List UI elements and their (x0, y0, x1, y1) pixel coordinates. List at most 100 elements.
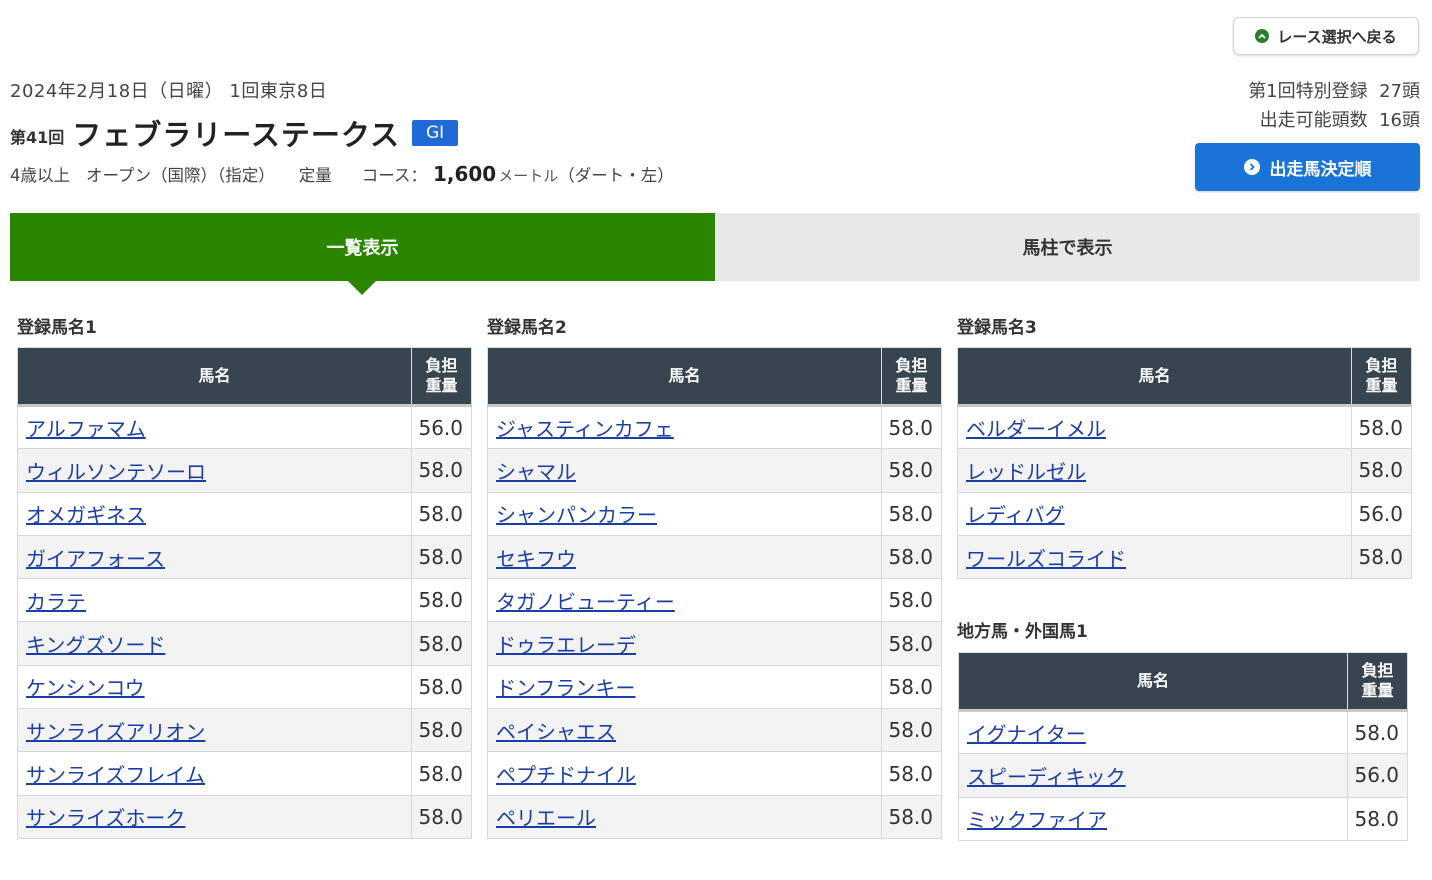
weight-cell: 58.0 (1347, 709, 1408, 755)
tab-label: 一覧表示 (326, 238, 399, 259)
header-weight-line1: 負担 (895, 356, 928, 375)
horse-name-link[interactable]: ドゥラエレーデ (496, 633, 636, 657)
header-horse-name: 馬名 (17, 347, 412, 407)
table-header-row: 馬名 負担 重量 (957, 347, 1412, 407)
horse-name-link[interactable]: ミックファイア (967, 808, 1107, 832)
horse-name-cell: ミックファイア (958, 796, 1348, 841)
table-row: ウィルソンテソーロ 58.0 (17, 448, 472, 493)
table-row: ベルダーイメル 58.0 (957, 404, 1412, 450)
horse-name-link[interactable]: サンライズアリオン (26, 720, 205, 744)
table-row: ジャスティンカフェ 58.0 (487, 404, 942, 450)
table-row: シャマル 58.0 (487, 448, 942, 493)
header-horse-name: 馬名 (487, 347, 882, 407)
table-row: カラテ 58.0 (17, 578, 472, 623)
header-weight-line2: 重量 (1361, 681, 1394, 700)
horse-table: 馬名 負担 重量 ジャスティンカフェ 58.0 シャマル 58.0 シャンパンカラー 58.0 セ… (487, 347, 942, 839)
horse-name-link[interactable]: ペイシャエス (496, 720, 616, 744)
horse-name-link[interactable]: ケンシンコウ (26, 676, 145, 700)
weight-cell: 58.0 (411, 751, 472, 796)
header-weight-line1: 負担 (425, 356, 458, 375)
horse-table: 馬名 負担 重量 ベルダーイメル 58.0 レッドルゼル 58.0 レディバグ 56.0 ワールズ… (957, 347, 1412, 580)
horse-name-link[interactable]: サンライズホーク (26, 806, 185, 830)
course-surface: （ダート・左） (558, 166, 674, 185)
race-title: 第41回 フェブラリーステークス GI (10, 112, 459, 154)
header-weight-line1: 負担 (1365, 356, 1398, 375)
section-title: 登録馬名3 (957, 318, 1037, 338)
horse-name-cell: シャマル (487, 448, 882, 493)
horse-name-cell: ベルダーイメル (957, 404, 1352, 450)
special-registration-count: 第1回特別登録 27頭 (1248, 81, 1420, 102)
table-row: ペプチドナイル 58.0 (487, 751, 942, 796)
horse-name-link[interactable]: カラテ (26, 590, 86, 614)
horse-name-link[interactable]: レディバグ (966, 503, 1065, 527)
section-title: 登録馬名1 (17, 318, 97, 338)
race-conditions: 4歳以上 オープン（国際）（指定） 定量 コース： 1,600 メートル （ダー… (10, 162, 674, 186)
horse-name-link[interactable]: セキフウ (496, 547, 576, 571)
horse-name-link[interactable]: レッドルゼル (966, 460, 1086, 484)
horse-name-link[interactable]: ドンフランキー (496, 676, 635, 700)
table-row: ドンフランキー 58.0 (487, 664, 942, 710)
horse-name-link[interactable]: ペプチドナイル (496, 763, 636, 787)
course-label: コース： (361, 166, 427, 185)
horse-name-link[interactable]: ウィルソンテソーロ (26, 460, 206, 484)
horse-name-link[interactable]: キングズソード (26, 633, 165, 657)
horse-name-cell: レディバグ (957, 491, 1352, 536)
weight-cell: 58.0 (881, 794, 942, 839)
table-row: オメガギネス 58.0 (17, 491, 472, 536)
header-weight-line1: 負担 (1361, 661, 1394, 680)
horse-name-cell: サンライズフレイム (17, 751, 412, 796)
horse-table: 馬名 負担 重量 イグナイター 58.0 スピーディキック 56.0 ミックファイア 58.0 (958, 652, 1408, 841)
table-row: ケンシンコウ 58.0 (17, 664, 472, 710)
race-number: 第41回 (10, 128, 65, 147)
tab-column-view[interactable]: 馬柱で表示 (715, 213, 1420, 281)
tab-list-view[interactable]: 一覧表示 (10, 213, 715, 281)
header-weight-line2: 重量 (1365, 376, 1398, 395)
horse-name-link[interactable]: シャンパンカラー (496, 503, 657, 527)
weight-cell: 58.0 (881, 621, 942, 666)
weight-cell: 58.0 (411, 491, 472, 536)
table-row: ペイシャエス 58.0 (487, 708, 942, 753)
table-row: レッドルゼル 58.0 (957, 448, 1412, 493)
horse-name-link[interactable]: ワールズコライド (966, 547, 1126, 571)
weight-cell: 58.0 (1347, 796, 1408, 841)
horse-name-cell: ジャスティンカフェ (487, 404, 882, 450)
grade-badge: GI (411, 120, 459, 146)
course-distance: 1,600 (432, 162, 497, 186)
weight-cell: 58.0 (881, 534, 942, 580)
weight-cell: 58.0 (881, 664, 942, 710)
horse-name-cell: タガノビューティー (487, 578, 882, 623)
table-row: ワールズコライド 58.0 (957, 534, 1412, 580)
header-weight: 負担 重量 (1347, 652, 1408, 712)
weight-cell: 58.0 (411, 708, 472, 753)
horse-name-link[interactable]: シャマル (496, 460, 576, 484)
horse-name-link[interactable]: アルファマム (26, 417, 146, 441)
table-row: ペリエール 58.0 (487, 794, 942, 839)
horse-name-cell: アルファマム (17, 404, 412, 450)
horse-name-link[interactable]: イグナイター (967, 722, 1086, 746)
horse-name-link[interactable]: ジャスティンカフェ (496, 417, 674, 441)
decide-button-label: 出走馬決定順 (1269, 159, 1372, 180)
horse-name-link[interactable]: スピーディキック (967, 765, 1126, 789)
horse-name-cell: ドンフランキー (487, 664, 882, 710)
horse-name-cell: ガイアフォース (17, 534, 412, 580)
table-header-row: 馬名 負担 重量 (487, 347, 942, 407)
horse-name-cell: セキフウ (487, 534, 882, 580)
horse-name-cell: キングズソード (17, 621, 412, 666)
horse-name-link[interactable]: ベルダーイメル (966, 417, 1106, 441)
weight-cell: 58.0 (411, 534, 472, 580)
table-row: レディバグ 56.0 (957, 491, 1412, 536)
horse-name-link[interactable]: サンライズフレイム (26, 763, 205, 787)
table-header-row: 馬名 負担 重量 (17, 347, 472, 407)
chevron-right-icon (1243, 159, 1260, 175)
horse-name-cell: ワールズコライド (957, 534, 1352, 580)
horse-name-cell: ケンシンコウ (17, 664, 412, 710)
table-row: シャンパンカラー 58.0 (487, 491, 942, 536)
horse-name-link[interactable]: オメガギネス (26, 503, 146, 527)
horse-name-cell: サンライズホーク (17, 794, 412, 839)
horse-name-link[interactable]: ペリエール (496, 806, 596, 830)
header-horse-name: 馬名 (957, 347, 1352, 407)
back-to-race-select-button[interactable]: レース選択へ戻る (1233, 17, 1419, 55)
horse-name-link[interactable]: タガノビューティー (496, 590, 675, 614)
entry-decision-order-button[interactable]: 出走馬決定順 (1195, 143, 1420, 191)
horse-name-link[interactable]: ガイアフォース (26, 547, 165, 571)
